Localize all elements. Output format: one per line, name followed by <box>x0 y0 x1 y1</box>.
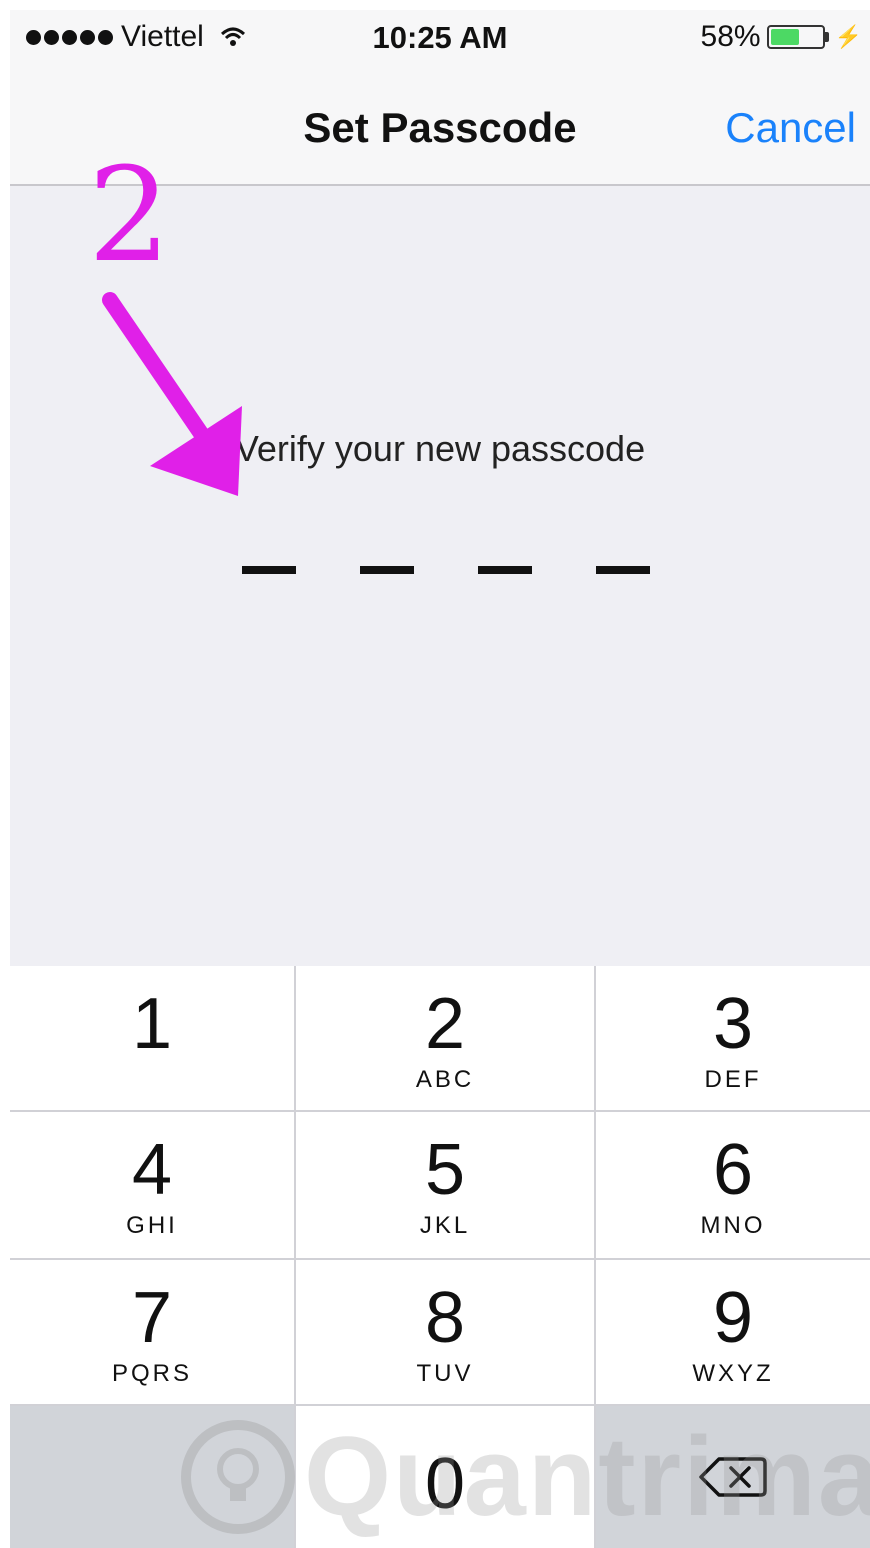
key-0[interactable]: 0 <box>296 1406 596 1548</box>
key-2[interactable]: 2 ABC <box>296 966 596 1112</box>
key-1[interactable]: 1 <box>10 966 296 1112</box>
key-blank <box>10 1406 296 1548</box>
key-digit: 4 <box>131 1130 173 1210</box>
delete-key[interactable] <box>596 1406 870 1548</box>
passcode-screen: Viettel 10:25 AM 58% ⚡ Set Passcode Canc… <box>10 10 870 1548</box>
key-7[interactable]: 7 PQRS <box>10 1260 296 1406</box>
key-digit: 8 <box>424 1278 466 1358</box>
key-letters: PQRS <box>111 1360 192 1387</box>
numeric-keypad: 1 2 ABC 3 DEF 4 GHI 5 JKL 6 MNO 7 PQRS 8 <box>10 966 870 1548</box>
battery-icon <box>766 25 825 49</box>
key-9[interactable]: 9 WXYZ <box>596 1260 870 1406</box>
passcode-prompt: Verify your new passcode <box>234 428 646 469</box>
battery-percent: 58% <box>700 20 761 53</box>
key-digit: 5 <box>424 1130 466 1210</box>
key-letters: MNO <box>700 1212 766 1239</box>
key-digit: 7 <box>131 1278 173 1358</box>
charging-icon: ⚡ <box>834 24 862 49</box>
passcode-digit-slot <box>242 566 296 574</box>
passcode-digit-slot <box>478 566 532 574</box>
passcode-digit-slot <box>596 566 650 574</box>
passcode-digit-slot <box>360 566 414 574</box>
key-digit: 1 <box>131 984 173 1064</box>
key-digit: 6 <box>712 1130 754 1210</box>
status-bar: Viettel 10:25 AM 58% ⚡ <box>10 10 870 66</box>
key-letters: JKL <box>419 1212 471 1239</box>
key-3[interactable]: 3 DEF <box>596 966 870 1112</box>
key-letters: TUV <box>416 1360 474 1387</box>
key-6[interactable]: 6 MNO <box>596 1112 870 1260</box>
key-letters: WXYZ <box>692 1360 774 1387</box>
key-digit: 9 <box>712 1278 754 1358</box>
key-8[interactable]: 8 TUV <box>296 1260 596 1406</box>
key-letters: GHI <box>126 1212 178 1239</box>
key-digit: 2 <box>424 984 466 1064</box>
battery-area: 58% ⚡ <box>701 20 862 54</box>
key-4[interactable]: 4 GHI <box>10 1112 296 1260</box>
key-digit: 0 <box>424 1444 466 1524</box>
key-letters: DEF <box>704 1066 762 1093</box>
key-letters: ABC <box>415 1066 475 1093</box>
key-digit: 3 <box>712 984 754 1064</box>
battery-tip <box>824 32 829 42</box>
passcode-entry <box>242 566 650 574</box>
cancel-button[interactable]: Cancel <box>725 104 856 152</box>
backspace-icon <box>699 1457 767 1497</box>
key-5[interactable]: 5 JKL <box>296 1112 596 1260</box>
step-number-annotation: 2 <box>88 139 171 291</box>
